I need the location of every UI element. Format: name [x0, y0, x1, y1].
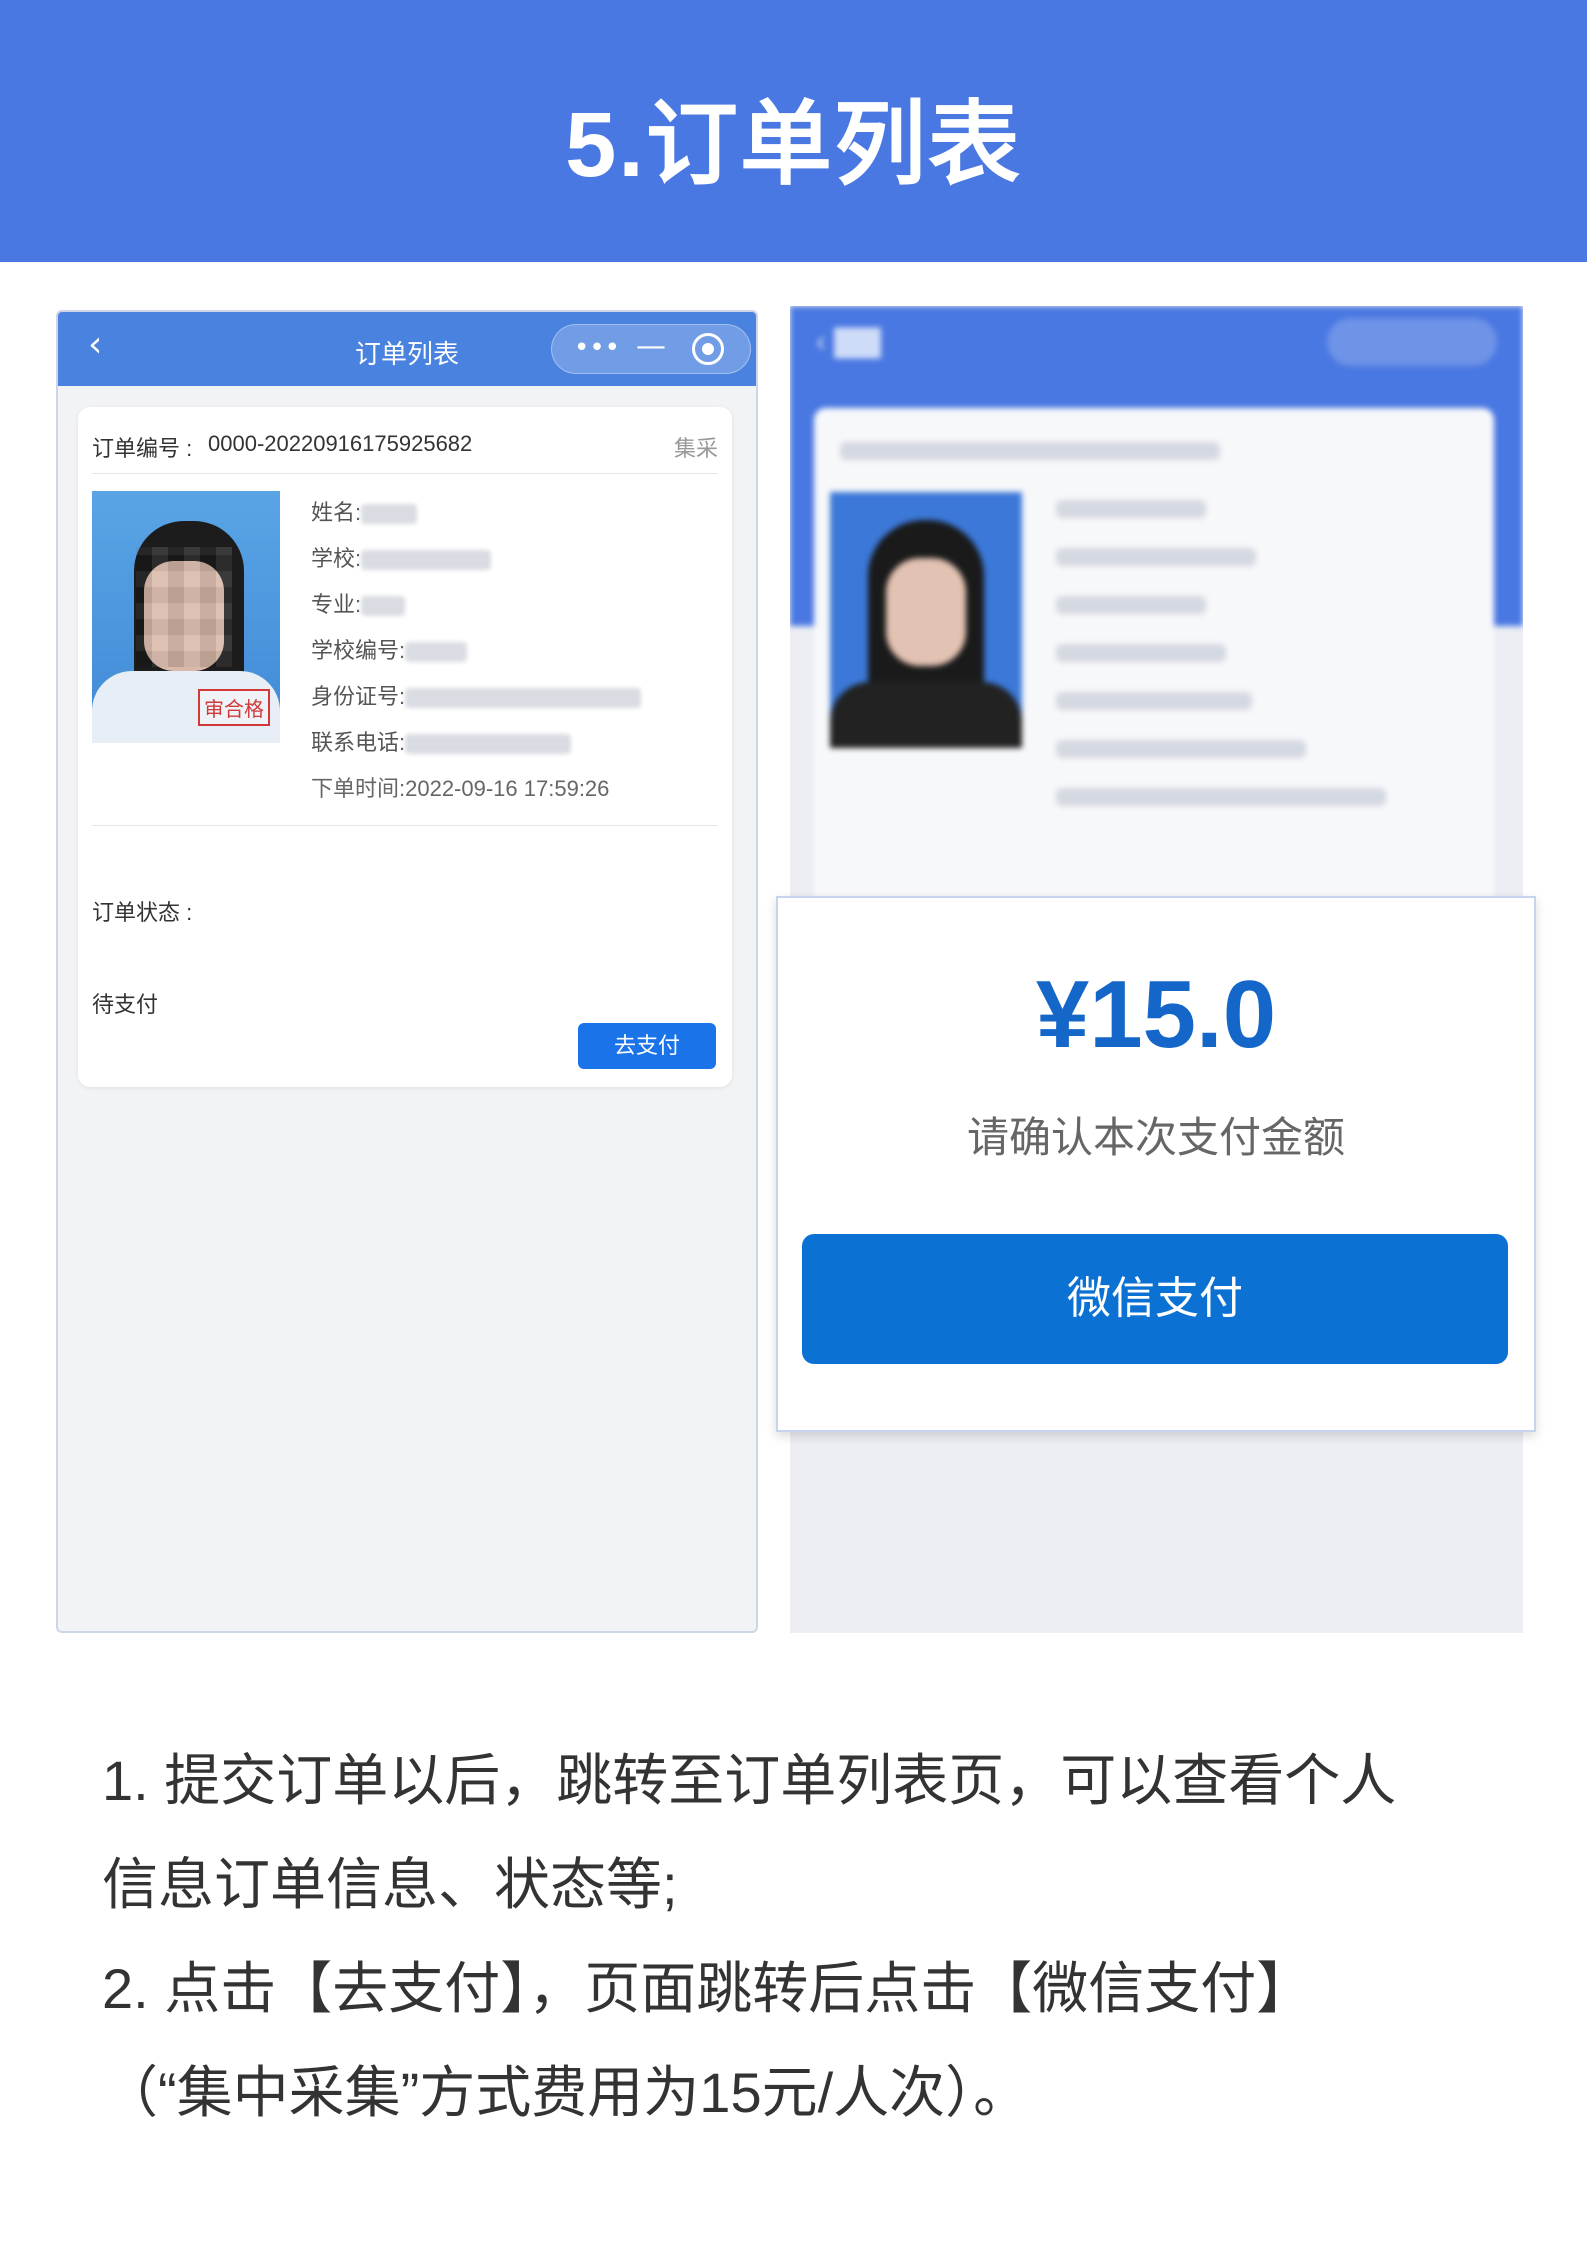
- divider: [92, 473, 718, 474]
- blurred-nav-title: ‹ ▇▇: [816, 325, 881, 358]
- order-card[interactable]: 订单编号 : 0000-20220916175925682 集采 审合格 姓名:…: [78, 407, 732, 1087]
- instruction-line-4: （“集中采集”方式费用为15元/人次）。: [102, 2061, 1030, 2124]
- order-type-tag: 集采: [673, 436, 718, 461]
- blurred-id-photo: [830, 492, 1022, 748]
- id-number-row: 身份证号:: [311, 679, 642, 711]
- instruction-line-2: 信息订单信息、状态等;: [102, 1853, 678, 1916]
- name-row: 姓名:: [311, 495, 418, 527]
- wechat-pay-button[interactable]: 微信支付: [802, 1234, 1508, 1364]
- payment-confirm-dialog: ¥15.0 请确认本次支付金额 微信支付: [776, 896, 1536, 1432]
- redacted-value: [405, 642, 468, 663]
- order-time: 下单时间:2022-09-16 17:59:26: [311, 776, 610, 801]
- blurred-capsule: [1327, 318, 1497, 366]
- redacted-value: [361, 596, 406, 617]
- order-number-value: 0000-20220916175925682: [208, 431, 473, 456]
- more-icon[interactable]: •••: [574, 333, 620, 363]
- school-row: 学校:: [311, 541, 492, 573]
- phone-label: 联系电话:: [311, 730, 406, 755]
- school-code-label: 学校编号:: [311, 638, 406, 663]
- confirm-amount-text: 请确认本次支付金额: [966, 1114, 1345, 1161]
- school-label: 学校:: [311, 546, 362, 571]
- mosaic-blur: [136, 547, 232, 667]
- redacted-value: [361, 504, 418, 525]
- redacted-value: [405, 734, 572, 755]
- id-photo: 审合格: [92, 491, 280, 743]
- redacted-value: [405, 688, 642, 709]
- major-row: 专业:: [311, 587, 406, 619]
- divider: [92, 825, 718, 826]
- instruction-line-3: 2. 点击【去支付】，页面跳转后点击【微信支付】: [102, 1957, 1313, 2020]
- phone-row: 联系电话:: [311, 725, 572, 757]
- order-list-screen: ‹ 订单列表 ••• — 订单编号 : 0000-202209161759256…: [56, 310, 758, 1633]
- payment-amount: ¥15.0: [1035, 961, 1277, 1068]
- name-label: 姓名:: [311, 500, 362, 525]
- nav-bar: ‹ 订单列表 ••• —: [58, 312, 756, 386]
- banner-title: 5.订单列表: [565, 94, 1022, 196]
- instruction-line-1: 1. 提交订单以后，跳转至订单列表页，可以查看个人: [102, 1749, 1397, 1812]
- school-code-row: 学校编号:: [311, 633, 468, 665]
- redacted-value: [361, 550, 492, 571]
- order-status-value: 待支付: [92, 992, 159, 1017]
- go-pay-button[interactable]: 去支付: [578, 1023, 716, 1069]
- minimize-icon[interactable]: —: [636, 329, 666, 364]
- mini-program-capsule: ••• —: [551, 324, 751, 374]
- order-status-label: 订单状态 :: [92, 900, 193, 925]
- order-number-label: 订单编号 :: [92, 436, 193, 461]
- close-target-icon[interactable]: [692, 333, 724, 365]
- major-label: 专业:: [311, 592, 362, 617]
- approved-stamp: 审合格: [198, 689, 270, 726]
- title-banner: 5.订单列表: [0, 0, 1587, 262]
- id-number-label: 身份证号:: [311, 684, 406, 709]
